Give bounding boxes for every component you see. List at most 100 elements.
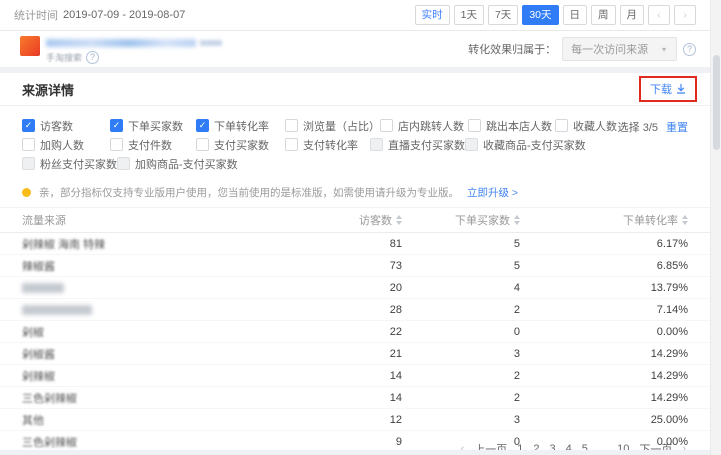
chevron-down-icon: ▼ [660,45,668,52]
range-button-7: ‹ [648,5,670,25]
column-header-buyers[interactable]: 下单买家数 [402,212,520,228]
upgrade-link[interactable]: 立即升级 > [467,185,518,200]
column-label-buyers: 下单买家数 [455,212,510,228]
attribution-select[interactable]: 每一次访问来源 ▼ [562,37,677,61]
date-range-buttons: 实时1天7天30天日周月‹› [415,5,696,25]
info-icon[interactable] [683,43,696,56]
buyers-cell: 2 [402,304,520,316]
download-label: 下载 [650,81,672,97]
checkbox-bounce-users[interactable] [468,119,481,132]
range-button-0[interactable]: 实时 [415,5,450,25]
metric-label-live-paid-buyers: 直播支付买家数 [388,137,465,153]
visitors-cell: 14 [287,392,402,404]
table-row: 20413.79% [0,277,710,299]
metric-label-order-buyers: 下单买家数 [128,118,183,134]
metric-collect-users: 收藏人数 [555,118,617,134]
rate-cell: 6.85% [520,260,688,272]
metric-order-buyers: ✓ 下单买家数 [110,118,196,134]
source-cell: 剁辣椒 海南 特辣 [22,236,287,252]
column-header-rate[interactable]: 下单转化率 [520,212,688,228]
metric-row: 加购人数支付件数支付买家数支付转化率直播支付买家数收藏商品-支付买家数 [22,138,688,151]
checkbox-inshop-jump-users[interactable] [380,119,393,132]
pagination-prev-label[interactable]: 上一页 [474,441,507,450]
metric-visitors: ✓ 访客数 [22,118,110,134]
column-label-source: 流量来源 [22,212,66,228]
sort-down-caret [682,221,688,225]
visitors-cell: 73 [287,260,402,272]
scrollbar-thumb[interactable] [713,55,720,150]
date-range-value: 2019-07-09 - 2019-08-07 [63,9,185,21]
checkbox-order-buyers[interactable]: ✓ [110,119,123,132]
download-button[interactable]: 下载 [650,81,686,97]
table-row: 剁辣椒14214.29% [0,365,710,387]
pagination-page-2[interactable]: 2 [533,443,539,450]
table-row: 其他12325.00% [0,409,710,431]
column-label-rate: 下单转化率 [623,212,678,228]
source-cell: 剁椒酱 [22,346,287,362]
checkbox-paid-items[interactable] [110,138,123,151]
buyers-cell: 2 [402,370,520,382]
buyers-cell: 5 [402,260,520,272]
visitors-cell: 22 [287,326,402,338]
buyers-cell: 5 [402,238,520,250]
table-body: 剁辣椒 海南 特辣8156.17%辣椒酱7356.85%20413.79%282… [0,233,710,450]
source-cell [22,283,64,293]
source-cell: 剁辣椒 [22,368,287,384]
sort-icon[interactable] [682,215,688,225]
range-button-2[interactable]: 7天 [488,5,518,25]
rate-cell: 14.29% [520,370,688,382]
buyers-cell: 3 [402,414,520,426]
reset-link[interactable]: 重置 [666,119,688,135]
visitors-cell: 81 [287,238,402,250]
visitors-cell: 28 [287,304,402,316]
download-icon [676,84,686,94]
metric-bounce-users: 跳出本店人数 [468,118,555,134]
checkbox-pageviews-ratio[interactable] [285,119,298,132]
pagination-page-5[interactable]: 5 [582,443,588,450]
checkbox-order-conversion-rate[interactable]: ✓ [196,119,209,132]
info-icon[interactable] [86,51,99,64]
shop-name-redacted[interactable] [46,39,196,47]
checkbox-collected-item-paid-buyers [465,138,478,151]
visitors-cell: 9 [287,436,402,448]
metric-label-visitors: 访客数 [40,118,73,134]
range-button-6[interactable]: 月 [620,5,645,25]
pagination-page-3[interactable]: 3 [550,443,556,450]
checkbox-paid-conversion-rate[interactable] [285,138,298,151]
checkbox-live-paid-buyers [370,138,383,151]
rate-cell: 7.14% [520,304,688,316]
metric-label-collect-users: 收藏人数 [573,118,617,134]
attribution-value: 每一次访问来源 [571,41,648,57]
scrollbar-vertical[interactable] [710,0,721,455]
metric-label-cart-item-paid-buyers: 加购商品-支付买家数 [135,156,238,172]
metric-cart-item-paid-buyers: 加购商品-支付买家数 [117,156,238,172]
buyers-cell: 4 [402,282,520,294]
visitors-cell: 12 [287,414,402,426]
pagination-ellipsis: ... [598,443,607,450]
range-button-4[interactable]: 日 [563,5,588,25]
pagination-page-1[interactable]: 1 [517,443,523,450]
checkbox-collect-users[interactable] [555,119,568,132]
pagination-prev-icon[interactable]: ‹ [461,443,465,450]
checkbox-cart-users[interactable] [22,138,35,151]
source-cell: 剁椒 [22,324,287,340]
table-row: 剁椒酱21314.29% [0,343,710,365]
checkbox-paid-buyers[interactable] [196,138,209,151]
selected-count: 选择 3/5 [618,119,658,135]
range-button-1[interactable]: 1天 [454,5,484,25]
pagination-next-label[interactable]: 下一页 [639,441,672,450]
source-cell [22,305,92,315]
pagination-page-4[interactable]: 4 [566,443,572,450]
metric-label-inshop-jump-users: 店内跳转人数 [398,118,464,134]
checkbox-visitors[interactable]: ✓ [22,119,35,132]
column-header-visitors[interactable]: 访客数 [287,212,402,228]
range-button-3[interactable]: 30天 [522,5,558,25]
rate-cell: 6.17% [520,238,688,250]
pagination-next-icon[interactable]: › [682,443,686,450]
date-toolbar: 统计时间 2019-07-09 - 2019-08-07 实时1天7天30天日周… [0,0,710,31]
metric-checkbox-area: 选择 3/5 重置 ✓访客数✓下单买家数✓下单转化率浏览量（占比）店内跳转人数跳… [0,106,710,170]
metric-inshop-jump-users: 店内跳转人数 [380,118,468,134]
pagination-page-10[interactable]: 10 [617,443,629,450]
range-button-5[interactable]: 周 [591,5,616,25]
shop-avatar [20,36,40,56]
